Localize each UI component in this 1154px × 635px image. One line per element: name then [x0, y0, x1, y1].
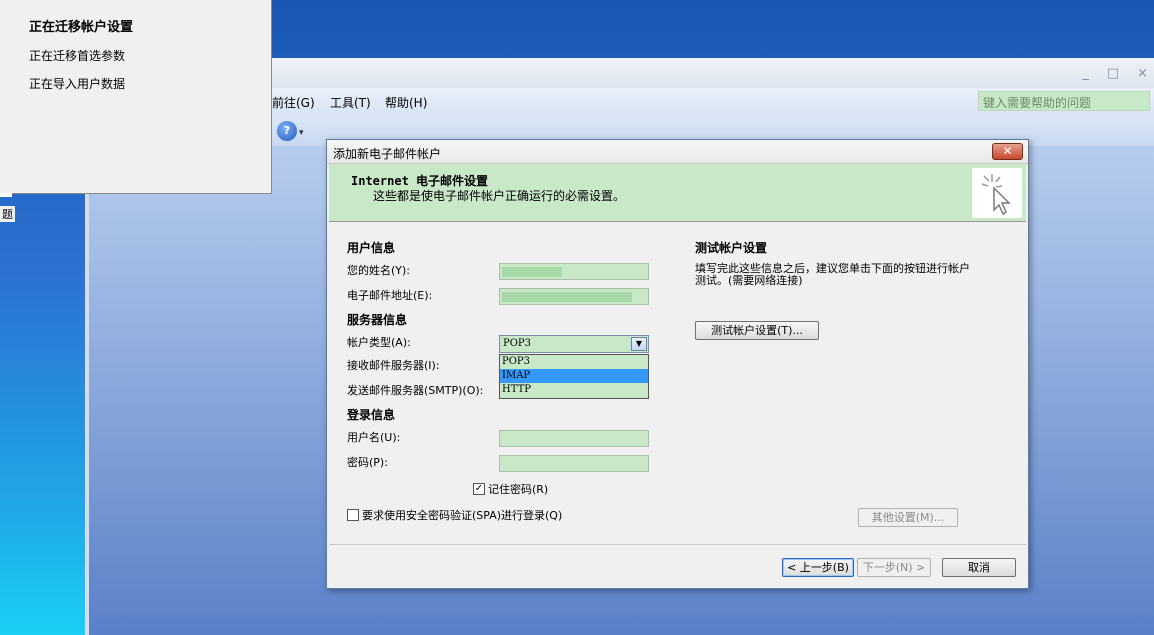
more-settings-button[interactable]: 其他设置(M)... — [858, 508, 958, 527]
password-label: 密码(P): — [347, 456, 388, 469]
name-input[interactable] — [499, 263, 649, 280]
account-type-label: 帐户类型(A): — [347, 336, 411, 349]
back-button[interactable]: < 上一步(B) — [782, 558, 854, 577]
remember-password-checkbox[interactable]: ✓ 记住密码(R) — [473, 481, 548, 497]
checkbox-box[interactable] — [347, 509, 359, 521]
dropdown-option-http[interactable]: HTTP — [500, 383, 648, 397]
login-info-heading: 登录信息 — [347, 408, 396, 422]
checkmark-icon[interactable]: ✓ — [473, 483, 485, 495]
help-search-input[interactable]: 键入需要帮助的问题 ▼ — [978, 91, 1150, 111]
help-icon[interactable]: ? — [277, 121, 297, 141]
migration-step: 正在迁移首选参数 — [29, 49, 126, 63]
account-type-value: POP3 — [503, 338, 532, 349]
migration-title: 正在迁移帐户设置 — [29, 20, 134, 35]
password-input[interactable] — [499, 455, 649, 472]
add-email-account-dialog: 添加新电子邮件帐户 ✕ Internet 电子邮件设置 这些都是使电子邮件帐户正… — [326, 139, 1029, 589]
email-input[interactable] — [499, 288, 649, 305]
menu-tools[interactable]: 工具(T) — [330, 94, 371, 111]
banner-subtitle: 这些都是使电子邮件帐户正确运行的必需设置。 — [373, 189, 626, 203]
divider — [329, 544, 1026, 545]
test-account-button[interactable]: 测试帐户设置(T)... — [695, 321, 819, 340]
close-window-button[interactable]: × — [1137, 66, 1148, 81]
outgoing-server-label: 发送邮件服务器(SMTP)(O): — [347, 384, 484, 397]
maximize-button[interactable]: □ — [1107, 66, 1119, 81]
incoming-server-label: 接收邮件服务器(I): — [347, 359, 440, 372]
account-type-select[interactable]: POP3 ▼ — [499, 335, 649, 353]
dropdown-option-pop3[interactable]: POP3 — [500, 355, 648, 369]
toolbar-options-icon[interactable]: ▾ — [299, 128, 304, 138]
spa-label: 要求使用安全密码验证(SPA)进行登录(Q) — [362, 509, 563, 522]
spa-checkbox[interactable]: 要求使用安全密码验证(SPA)进行登录(Q) — [347, 507, 562, 523]
cursor-click-icon — [972, 168, 1022, 218]
migration-popup: 正在迁移帐户设置 正在迁移首选参数 正在导入用户数据 — [0, 0, 272, 194]
username-input[interactable] — [499, 430, 649, 447]
server-info-heading: 服务器信息 — [347, 313, 408, 327]
dialog-title: 添加新电子邮件帐户 — [333, 147, 442, 161]
user-info-heading: 用户信息 — [347, 241, 396, 255]
email-label: 电子邮件地址(E): — [347, 289, 433, 302]
window-controls: _ □ × — [1082, 66, 1148, 81]
username-label: 用户名(U): — [347, 431, 401, 444]
next-button[interactable]: 下一步(N) > — [857, 558, 931, 577]
help-search-placeholder: 键入需要帮助的问题 — [983, 96, 1092, 110]
account-type-dropdown: POP3 IMAP HTTP — [499, 354, 649, 399]
chevron-down-icon[interactable]: ▼ — [631, 337, 647, 351]
remember-password-label: 记住密码(R) — [488, 483, 549, 496]
dropdown-option-imap[interactable]: IMAP — [500, 369, 648, 383]
migration-step: 正在导入用户数据 — [29, 77, 126, 91]
close-icon[interactable]: ✕ — [992, 143, 1023, 160]
dialog-banner: Internet 电子邮件设置 这些都是使电子邮件帐户正确运行的必需设置。 — [329, 164, 1026, 222]
menu-go[interactable]: 前往(G) — [272, 94, 315, 111]
cancel-button[interactable]: 取消 — [942, 558, 1016, 577]
menu-help[interactable]: 帮助(H) — [385, 94, 427, 111]
minimize-button[interactable]: _ — [1082, 66, 1089, 81]
side-panel-fragment — [0, 193, 12, 197]
test-settings-description: 填写完此这些信息之后，建议您单击下面的按钮进行帐户测试。(需要网络连接) — [695, 262, 970, 287]
test-settings-heading: 测试帐户设置 — [695, 241, 768, 255]
name-label: 您的姓名(Y): — [347, 264, 411, 277]
side-panel-text: 题 — [0, 206, 15, 222]
dialog-titlebar: 添加新电子邮件帐户 ✕ — [327, 140, 1028, 164]
